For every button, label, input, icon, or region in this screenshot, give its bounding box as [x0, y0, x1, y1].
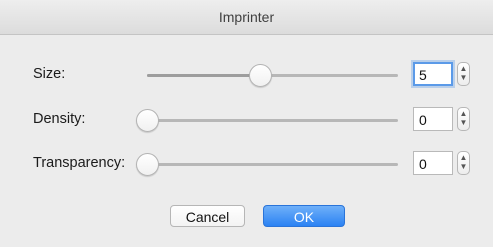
- size-stepper[interactable]: ▲ ▼: [457, 62, 470, 86]
- ok-button[interactable]: OK: [263, 205, 345, 227]
- transparency-field[interactable]: 0: [413, 151, 453, 175]
- title-bar: Imprinter: [0, 0, 493, 35]
- transparency-stepper[interactable]: ▲ ▼: [457, 151, 470, 175]
- size-slider[interactable]: [147, 64, 398, 87]
- density-slider[interactable]: [136, 109, 398, 132]
- size-slider-thumb[interactable]: [248, 64, 272, 87]
- cancel-button[interactable]: Cancel: [170, 205, 245, 227]
- window-title: Imprinter: [218, 9, 275, 25]
- size-slider-fill: [147, 74, 260, 77]
- chevron-down-icon[interactable]: ▼: [458, 118, 469, 129]
- imprinter-dialog: Imprinter Size: 5 ▲ ▼ Density: 0 ▲ ▼ Tra…: [0, 0, 493, 247]
- transparency-slider-thumb[interactable]: [136, 153, 159, 176]
- density-stepper[interactable]: ▲ ▼: [457, 107, 470, 131]
- density-slider-thumb[interactable]: [136, 109, 159, 132]
- chevron-down-icon[interactable]: ▼: [458, 162, 469, 173]
- density-label: Density:: [33, 111, 86, 127]
- transparency-label: Transparency:: [33, 155, 126, 171]
- size-label: Size:: [33, 66, 66, 82]
- transparency-slider[interactable]: [136, 153, 398, 176]
- density-field[interactable]: 0: [413, 107, 453, 131]
- chevron-down-icon[interactable]: ▼: [458, 73, 469, 84]
- size-field[interactable]: 5: [413, 62, 453, 86]
